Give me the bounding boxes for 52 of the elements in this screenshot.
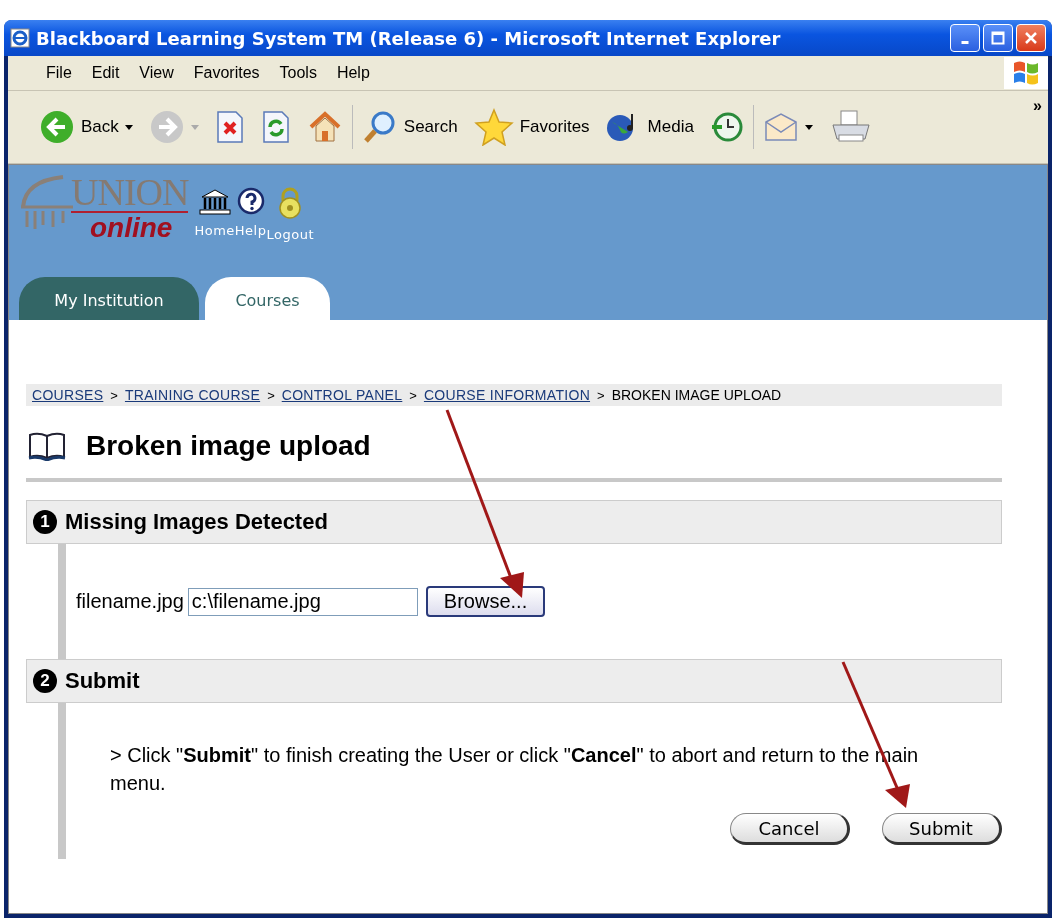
breadcrumb-separator: >: [267, 387, 275, 403]
maximize-button[interactable]: [983, 24, 1013, 52]
toolbar-overflow-button[interactable]: »: [1033, 97, 1042, 115]
breadcrumb-current: BROKEN IMAGE UPLOAD: [611, 387, 782, 403]
open-book-icon: [28, 431, 66, 461]
toolbar-button[interactable]: Back: [32, 109, 140, 145]
breadcrumb-link[interactable]: COURSES: [32, 387, 104, 403]
refresh-icon: [260, 110, 291, 144]
form-button[interactable]: Cancel: [730, 813, 850, 845]
breadcrumb-separator: >: [110, 387, 118, 403]
step-title: Missing Images Detected: [65, 509, 328, 535]
browser-icon: [10, 28, 30, 48]
menu-item[interactable]: View: [131, 64, 182, 82]
logo-title: UNION: [71, 173, 189, 213]
step-title: Submit: [65, 668, 140, 694]
maximize-icon: [991, 31, 1005, 45]
minimize-icon: [961, 40, 969, 44]
file-path-field[interactable]: c:\filename.jpg: [187, 587, 418, 616]
windows-flag-icon: [1004, 57, 1048, 89]
breadcrumb-separator: >: [409, 387, 417, 403]
browse-button[interactable]: Browse...: [425, 586, 546, 617]
page-title: Broken image upload: [86, 430, 371, 462]
menu-item[interactable]: Help: [328, 64, 378, 82]
close-icon: [1024, 31, 1038, 45]
menu-item[interactable]: File: [38, 64, 80, 82]
tab[interactable]: My Institution: [19, 277, 199, 320]
minimize-button[interactable]: [950, 24, 980, 52]
toolbar-button[interactable]: Media: [598, 110, 701, 144]
form-button[interactable]: Submit: [882, 813, 1002, 845]
padlock-icon: [278, 187, 303, 219]
toolbar-button[interactable]: Search: [354, 109, 465, 145]
file-label: filename.jpg: [76, 590, 184, 613]
close-button[interactable]: [1016, 24, 1046, 52]
building-icon: [197, 187, 232, 215]
clock-arrow-icon: [709, 110, 744, 144]
step-number: 1: [33, 510, 57, 534]
menu-item[interactable]: Tools: [271, 64, 325, 82]
help-icon: [236, 187, 265, 215]
star-icon: [473, 108, 514, 146]
breadcrumb-link[interactable]: CONTROL PANEL: [281, 387, 403, 403]
envelope-icon: [762, 112, 799, 142]
toolbar-button[interactable]: Favorites: [466, 108, 597, 146]
breadcrumb-link[interactable]: COURSE INFORMATION: [423, 387, 591, 403]
window-title: Blackboard Learning System TM (Release 6) - Microsoft Internet Explorer: [36, 27, 782, 49]
stop-icon: [214, 110, 245, 144]
logo-subtitle: online: [90, 213, 173, 243]
breadcrumb-separator: >: [597, 387, 605, 403]
step-number: 2: [33, 669, 57, 693]
tab[interactable]: Courses: [205, 277, 330, 320]
menu-item[interactable]: Favorites: [185, 64, 268, 82]
menu-item[interactable]: Edit: [83, 64, 128, 82]
breadcrumb-link[interactable]: TRAINING COURSE: [124, 387, 261, 403]
